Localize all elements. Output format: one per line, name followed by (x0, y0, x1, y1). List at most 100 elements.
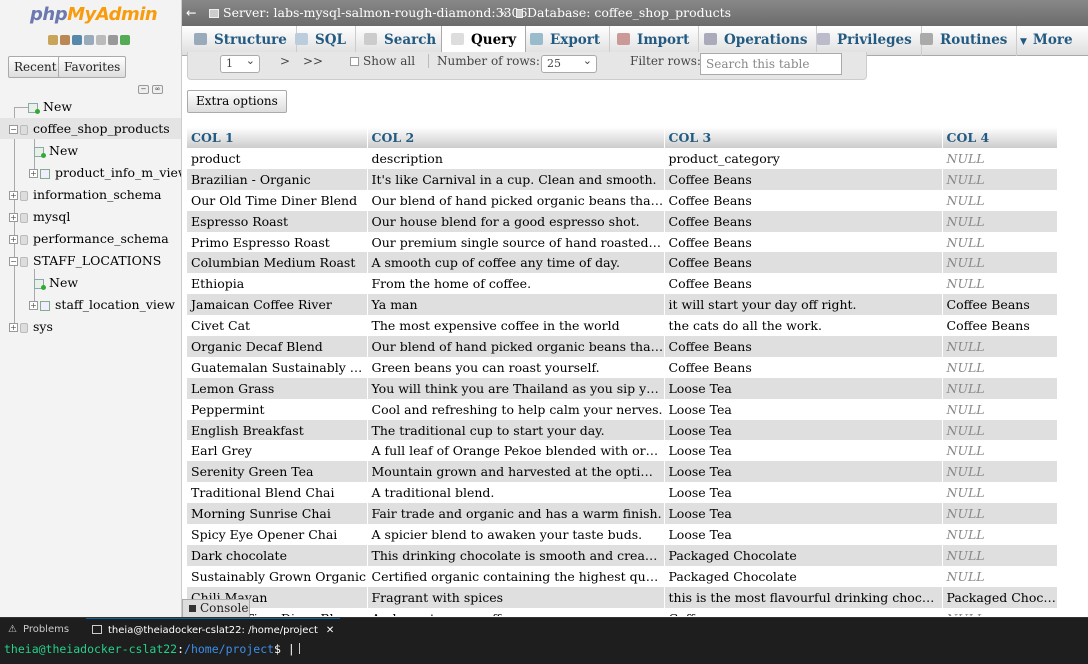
table-cell[interactable]: Coffee (664, 607, 943, 616)
table-row[interactable]: Spicy Eye Opener Chai A spicier blend to … (187, 524, 1057, 545)
table-cell[interactable]: Coffee Beans (664, 189, 943, 211)
favorites-button[interactable]: Favorites (58, 56, 127, 78)
table-cell[interactable]: Morning Sunrise Chai (187, 503, 368, 525)
table-cell[interactable]: Organic Decaf Blend (187, 336, 368, 357)
table-row[interactable]: Earl Grey A full leaf of Orange Pekoe ble… (187, 440, 1057, 462)
table-cell[interactable]: Coffee Beans (664, 336, 943, 357)
filter-rows-input[interactable]: Search this table (700, 53, 842, 75)
table-row[interactable]: Brazilian - Organic It's like Carnival in… (187, 168, 1057, 190)
table-cell[interactable]: From the home of coffee. (367, 273, 665, 295)
table-cell[interactable]: NULL (942, 336, 1057, 357)
table-cell[interactable]: Coffee Beans (664, 231, 943, 253)
table-cell[interactable]: Loose Tea (664, 377, 943, 399)
table-row[interactable]: Espresso Roast Our house blend for a good… (187, 210, 1057, 232)
table-cell[interactable]: Our blend of hand picked organic beans t… (367, 336, 665, 357)
phpmyadmin-logo[interactable]: phpMyAdmin (30, 4, 158, 25)
table-row[interactable]: Chili Mayan Fragrant with spices this is … (187, 586, 1057, 608)
table-cell[interactable]: Loose Tea (664, 461, 943, 483)
last-page-button[interactable]: >> (303, 54, 323, 68)
tree-view-staff-location[interactable]: + staff_location_view (29, 294, 175, 315)
table-cell[interactable]: NULL (942, 377, 1057, 399)
table-cell[interactable]: Loose Tea (664, 440, 943, 462)
table-cell[interactable]: Packaged Chocolate (664, 565, 943, 587)
tree-view-product-info[interactable]: + product_info_m_view (29, 162, 181, 183)
table-row[interactable]: Sustainably Grown Organic Certified organ… (187, 565, 1057, 587)
table-row[interactable]: Guatemalan Sustainably GrownGreen beans … (187, 356, 1057, 378)
table-cell[interactable]: Dark chocolate (187, 544, 368, 566)
extra-options-button[interactable]: Extra options (187, 90, 287, 113)
table-cell[interactable]: A spicier blend to awaken your taste bud… (367, 524, 665, 545)
column-header[interactable]: COL 4 (942, 127, 1057, 148)
table-cell[interactable]: Jamaican Coffee River (187, 294, 368, 316)
table-cell[interactable]: NULL (942, 544, 1057, 566)
table-cell[interactable]: Coffee Beans (942, 294, 1057, 316)
expand-icon[interactable]: + (9, 235, 18, 244)
logout-icon[interactable] (60, 35, 70, 45)
table-cell[interactable]: NULL (942, 440, 1057, 462)
tab-problems[interactable]: ⚠ Problems (8, 618, 69, 642)
console-toggle[interactable]: Console (182, 599, 250, 617)
settings-icon[interactable] (96, 35, 106, 45)
table-cell[interactable]: Loose Tea (664, 524, 943, 545)
table-row[interactable]: Our Old Time Diner Blend SmAn honest cup… (187, 607, 1057, 616)
table-row[interactable]: Our Old Time Diner Blend Our blend of han… (187, 189, 1057, 211)
table-cell[interactable]: The traditional cup to start your day. (367, 419, 665, 441)
table-cell[interactable]: Peppermint (187, 398, 368, 420)
table-cell[interactable]: Earl Grey (187, 440, 368, 462)
table-cell[interactable]: Brazilian - Organic (187, 168, 368, 190)
table-row[interactable]: Serenity Green Tea Mountain grown and har… (187, 461, 1057, 483)
table-cell[interactable]: description (367, 148, 665, 169)
tree-db-coffee-shop-products[interactable]: − coffee_shop_products (0, 118, 181, 139)
table-cell[interactable]: the cats do all the work. (664, 315, 943, 337)
table-cell[interactable]: Our premium single source of hand roaste… (367, 231, 665, 253)
table-cell[interactable]: A smooth cup of coffee any time of day. (367, 252, 665, 274)
table-cell[interactable]: Fragrant with spices (367, 586, 665, 608)
table-cell[interactable]: Espresso Roast (187, 210, 368, 232)
table-row[interactable]: Primo Espresso Roast Our premium single s… (187, 231, 1057, 253)
table-cell[interactable]: NULL (942, 231, 1057, 253)
table-cell[interactable]: Spicy Eye Opener Chai (187, 524, 368, 545)
show-all-checkbox[interactable] (350, 57, 359, 66)
table-row[interactable]: Organic Decaf Blend Our blend of hand pic… (187, 336, 1057, 357)
table-cell[interactable]: Loose Tea (664, 482, 943, 504)
table-cell[interactable]: English Breakfast (187, 419, 368, 441)
table-cell[interactable]: Traditional Blend Chai (187, 482, 368, 504)
column-header[interactable]: COL 1 (187, 127, 368, 148)
home-icon[interactable] (48, 35, 58, 45)
tab-more[interactable]: ▼ More (1011, 26, 1082, 56)
table-cell[interactable]: NULL (942, 148, 1057, 169)
table-cell[interactable]: Coffee Beans (942, 315, 1057, 337)
table-cell[interactable]: Primo Espresso Roast (187, 231, 368, 253)
table-cell[interactable]: Sustainably Grown Organic (187, 565, 368, 587)
table-cell[interactable]: NULL (942, 607, 1057, 616)
table-row[interactable]: product description product_category NULL (187, 148, 1057, 169)
table-cell[interactable]: Loose Tea (664, 419, 943, 441)
table-cell[interactable]: product_category (664, 148, 943, 169)
table-cell[interactable]: NULL (942, 210, 1057, 232)
table-row[interactable]: Lemon Grass You will think you are Thaila… (187, 377, 1057, 399)
table-cell[interactable]: Mountain grown and harvested at the opti… (367, 461, 665, 483)
help-icon[interactable] (72, 35, 82, 45)
column-header[interactable]: COL 3 (664, 127, 943, 148)
table-cell[interactable]: Civet Cat (187, 315, 368, 337)
table-cell[interactable]: Packaged Chocolate (664, 544, 943, 566)
docs-icon[interactable] (84, 35, 94, 45)
tree-db-sys[interactable]: + sys (9, 316, 53, 337)
gear-icon[interactable] (108, 35, 118, 45)
expand-icon[interactable]: + (9, 323, 18, 332)
table-row[interactable]: Dark chocolate This drinking chocolate is… (187, 544, 1057, 566)
table-cell[interactable]: NULL (942, 419, 1057, 441)
tree-db-performance-schema[interactable]: + performance_schema (9, 228, 169, 249)
tree-new-table[interactable]: New (34, 272, 78, 293)
table-cell[interactable]: Our blend of hand picked organic beans t… (367, 189, 665, 211)
table-cell[interactable]: Packaged Chocolate (942, 586, 1057, 608)
table-cell[interactable]: NULL (942, 252, 1057, 274)
table-cell[interactable]: NULL (942, 482, 1057, 504)
close-icon[interactable]: ✕ (326, 625, 334, 636)
tree-db-mysql[interactable]: + mysql (9, 206, 70, 227)
expand-icon[interactable]: + (29, 301, 38, 310)
next-page-button[interactable]: > (280, 54, 290, 68)
page-select[interactable]: 1 (220, 53, 260, 73)
link-icon[interactable]: ∞ (152, 85, 163, 94)
table-cell[interactable]: Our house blend for a good espresso shot… (367, 210, 665, 232)
